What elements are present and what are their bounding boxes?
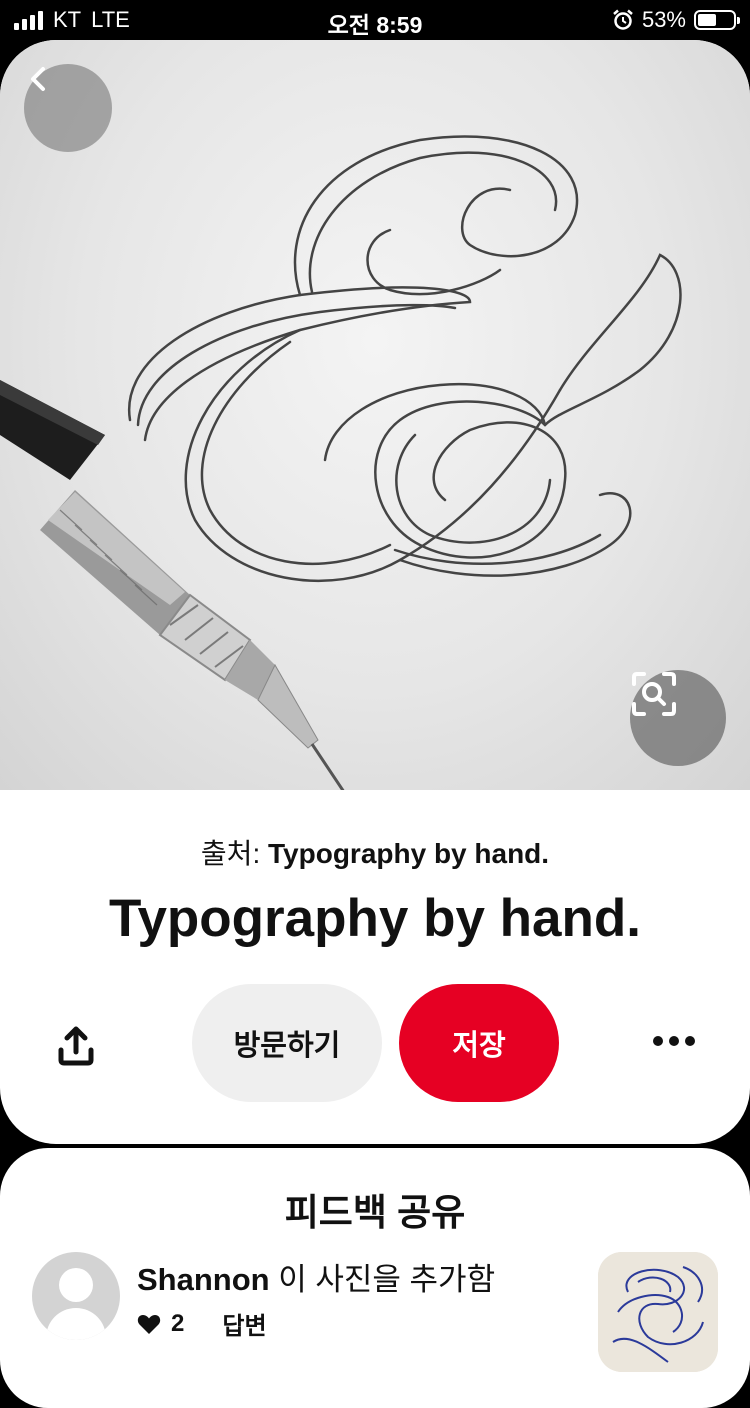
avatar[interactable]	[32, 1252, 120, 1340]
visual-search-button[interactable]	[630, 670, 726, 766]
chevron-left-icon	[31, 67, 45, 91]
source-link[interactable]: Typography by hand.	[268, 838, 549, 869]
battery-percent: 53%	[641, 7, 686, 32]
alarm-icon	[613, 9, 633, 30]
pin-title: Typography by hand.	[109, 889, 641, 948]
status-bar: KT LTE 오전 8:59 53%	[0, 0, 750, 40]
reply-button[interactable]: 답변	[222, 1306, 266, 1341]
activity-photo-thumbnail[interactable]	[598, 1252, 718, 1372]
activity-action: 이 사진을 추가함	[278, 1262, 496, 1297]
source-prefix: 출처:	[200, 838, 261, 869]
like-count: 2	[171, 1309, 185, 1337]
share-button[interactable]	[48, 1018, 104, 1074]
more-button[interactable]	[648, 1026, 700, 1056]
pin-image[interactable]	[0, 40, 750, 790]
visit-button[interactable]: 방문하기	[192, 984, 382, 1102]
battery-icon	[694, 10, 740, 30]
save-button[interactable]: 저장	[399, 984, 559, 1102]
share-upload-icon	[58, 1026, 94, 1066]
more-dots-icon	[653, 1036, 695, 1046]
avatar-body	[46, 1308, 106, 1340]
back-button[interactable]	[24, 64, 112, 152]
pin-card: 출처: Typography by hand. Typography by ha…	[0, 40, 750, 1144]
user-name[interactable]: Shannon	[137, 1262, 270, 1297]
activity-text: Shannon 이 사진을 추가함	[137, 1254, 495, 1299]
activity-meta: 2 답변	[137, 1306, 267, 1341]
avatar-head	[59, 1268, 93, 1302]
heart-icon	[137, 1314, 161, 1334]
feedback-card: 피드백 공유 Shannon 이 사진을 추가함 2 답변	[0, 1148, 750, 1408]
like-button[interactable]: 2	[137, 1310, 184, 1338]
status-right: 53%	[612, 7, 740, 33]
feedback-title: 피드백 공유	[284, 1192, 466, 1233]
visual-search-icon	[632, 672, 676, 716]
sketch-thumbnail-image	[598, 1252, 718, 1372]
pin-source: 출처: Typography by hand.	[0, 832, 750, 872]
